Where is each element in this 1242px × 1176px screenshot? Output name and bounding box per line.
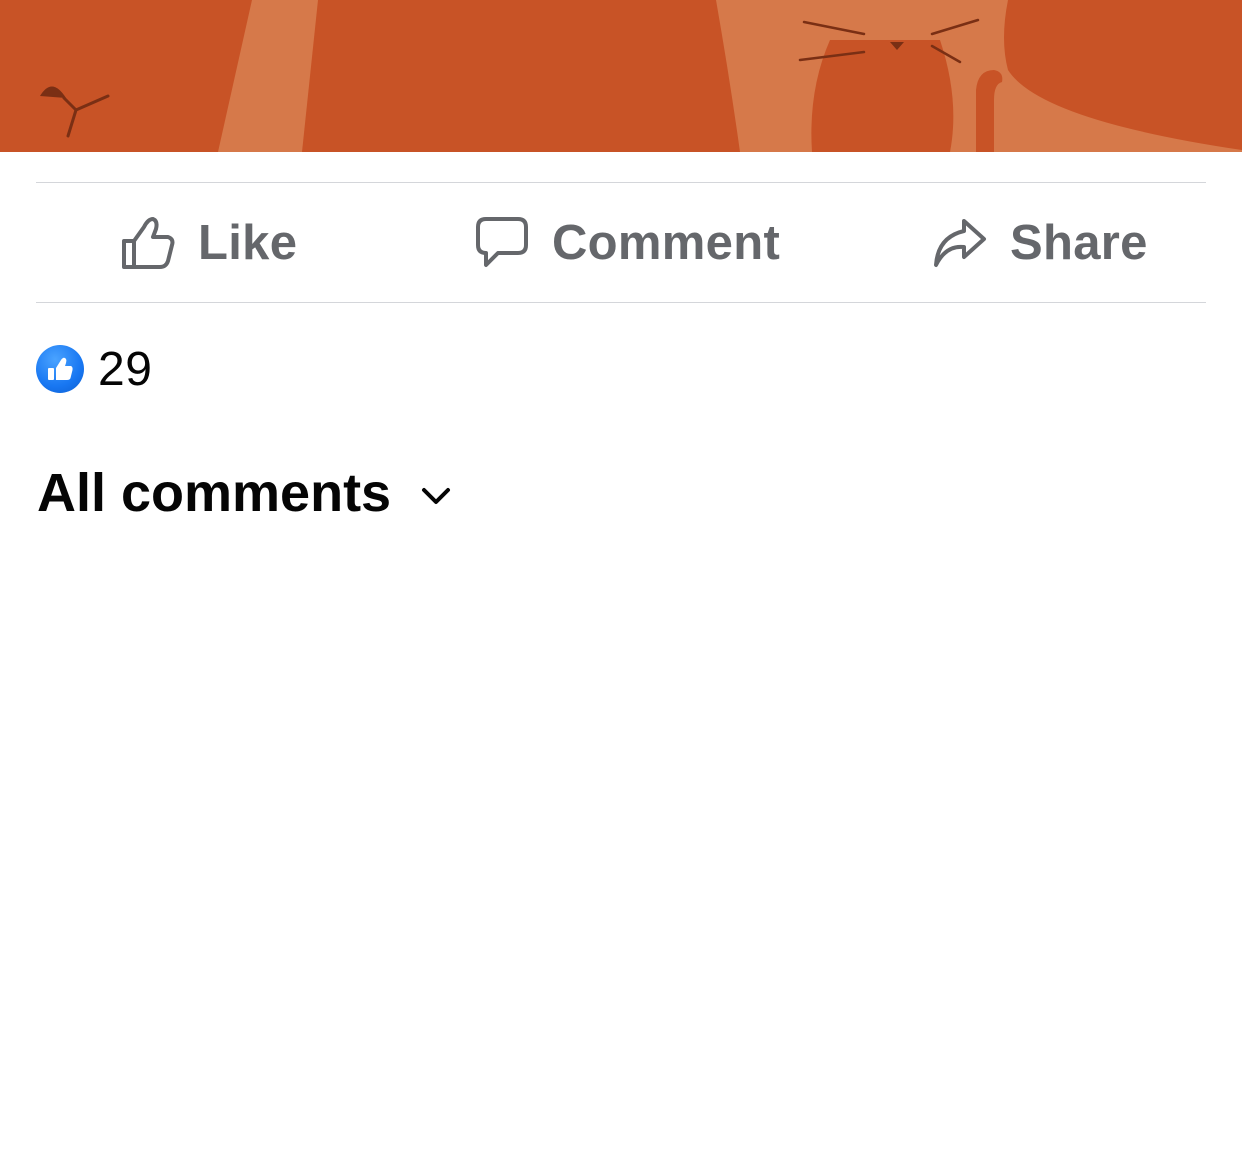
- thumbs-up-icon: [120, 215, 176, 271]
- like-button[interactable]: Like: [120, 183, 297, 302]
- share-arrow-icon: [932, 215, 988, 271]
- comments-filter-dropdown[interactable]: All comments: [37, 458, 451, 528]
- comment-bubble-icon: [474, 215, 530, 271]
- share-label: Share: [1010, 215, 1148, 270]
- reactions-summary[interactable]: 29: [36, 342, 153, 396]
- share-button[interactable]: Share: [932, 183, 1148, 302]
- comment-button[interactable]: Comment: [474, 183, 780, 302]
- post-action-bar: Like Comment Share: [36, 183, 1206, 302]
- post-image[interactable]: [0, 0, 1242, 152]
- comments-filter-label: All comments: [37, 463, 392, 523]
- comment-label: Comment: [552, 215, 781, 270]
- chevron-down-icon: [421, 486, 451, 506]
- cat-illustration: [0, 0, 1242, 152]
- like-label: Like: [198, 215, 298, 270]
- reaction-count: 29: [98, 342, 153, 396]
- bottom-divider: [36, 302, 1206, 303]
- like-reaction-icon: [36, 345, 84, 393]
